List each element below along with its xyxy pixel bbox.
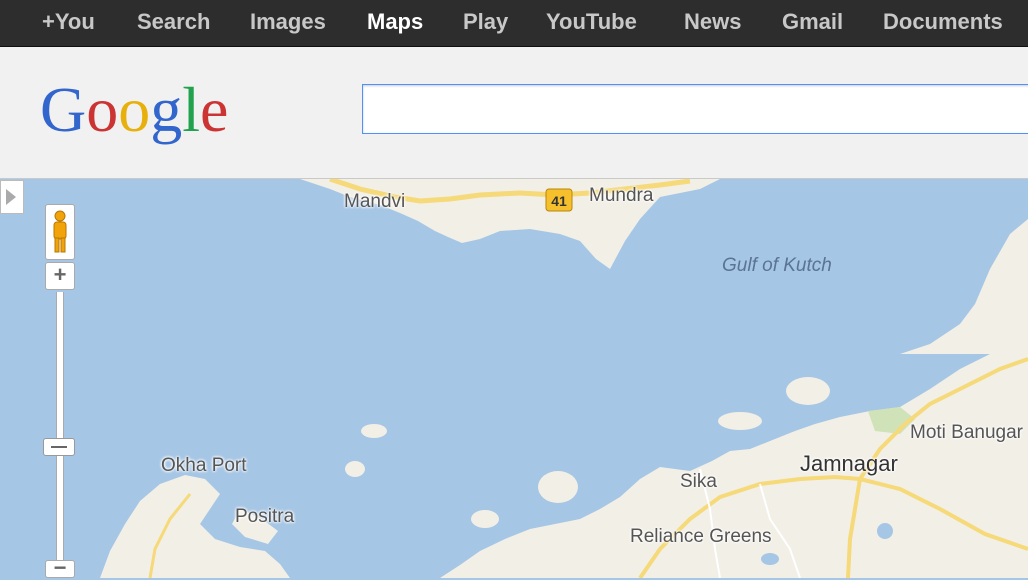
- highway-shield-number: 41: [551, 193, 567, 209]
- nav-play[interactable]: Play: [463, 0, 508, 46]
- zoom-track[interactable]: [56, 292, 64, 578]
- place-label-moti-banugar: Moti Banugar: [910, 422, 1024, 443]
- collapse-panel-button[interactable]: [0, 180, 24, 214]
- place-label-jamnagar: Jamnagar: [800, 451, 898, 476]
- island: [361, 424, 387, 438]
- nav-gmail[interactable]: Gmail: [782, 0, 843, 46]
- logo-text: Google: [40, 74, 228, 145]
- nav-search[interactable]: Search: [137, 0, 210, 46]
- place-label-reliance-greens: Reliance Greens: [630, 526, 772, 547]
- zoom-out-button[interactable]: −: [45, 557, 75, 579]
- google-logo[interactable]: Google: [40, 69, 250, 164]
- chevron-right-icon: [6, 189, 16, 205]
- map-graphics: 41: [0, 179, 1028, 578]
- island: [345, 461, 365, 477]
- place-label-mandvi: Mandvi: [344, 191, 406, 212]
- island: [786, 377, 830, 405]
- zoom-in-button[interactable]: +: [45, 262, 75, 290]
- island: [471, 510, 499, 528]
- nav-plus-you[interactable]: +You: [42, 0, 95, 46]
- island: [538, 471, 578, 503]
- street-view-pegman[interactable]: [45, 204, 75, 260]
- nav-youtube[interactable]: YouTube: [546, 0, 637, 46]
- pegman-icon: [53, 210, 67, 253]
- plus-icon: +: [53, 262, 67, 287]
- minus-icon: −: [53, 555, 67, 580]
- lake: [761, 553, 779, 565]
- header: Google: [0, 47, 1028, 179]
- place-label-mundra: Mundra: [589, 185, 654, 206]
- place-label-positra: Positra: [235, 506, 295, 527]
- island: [718, 412, 762, 430]
- nav-images[interactable]: Images: [250, 0, 326, 46]
- top-nav-bar: +You Search Images Maps Play YouTube New…: [0, 0, 1028, 47]
- nav-maps[interactable]: Maps: [367, 0, 423, 46]
- search-input[interactable]: [362, 84, 1028, 134]
- nav-documents[interactable]: Documents: [883, 0, 1003, 46]
- place-label-sika: Sika: [680, 471, 717, 492]
- place-label-okha-port: Okha Port: [161, 455, 247, 476]
- place-label-gulf-of-kutch: Gulf of Kutch: [722, 255, 832, 276]
- map-canvas[interactable]: 41 Mandvi Mundra Gulf of Kutch Okha Port…: [0, 179, 1028, 578]
- slider-grip-icon: [51, 446, 67, 448]
- zoom-slider-handle[interactable]: [43, 438, 75, 456]
- lake: [877, 523, 893, 539]
- nav-news[interactable]: News: [684, 0, 741, 46]
